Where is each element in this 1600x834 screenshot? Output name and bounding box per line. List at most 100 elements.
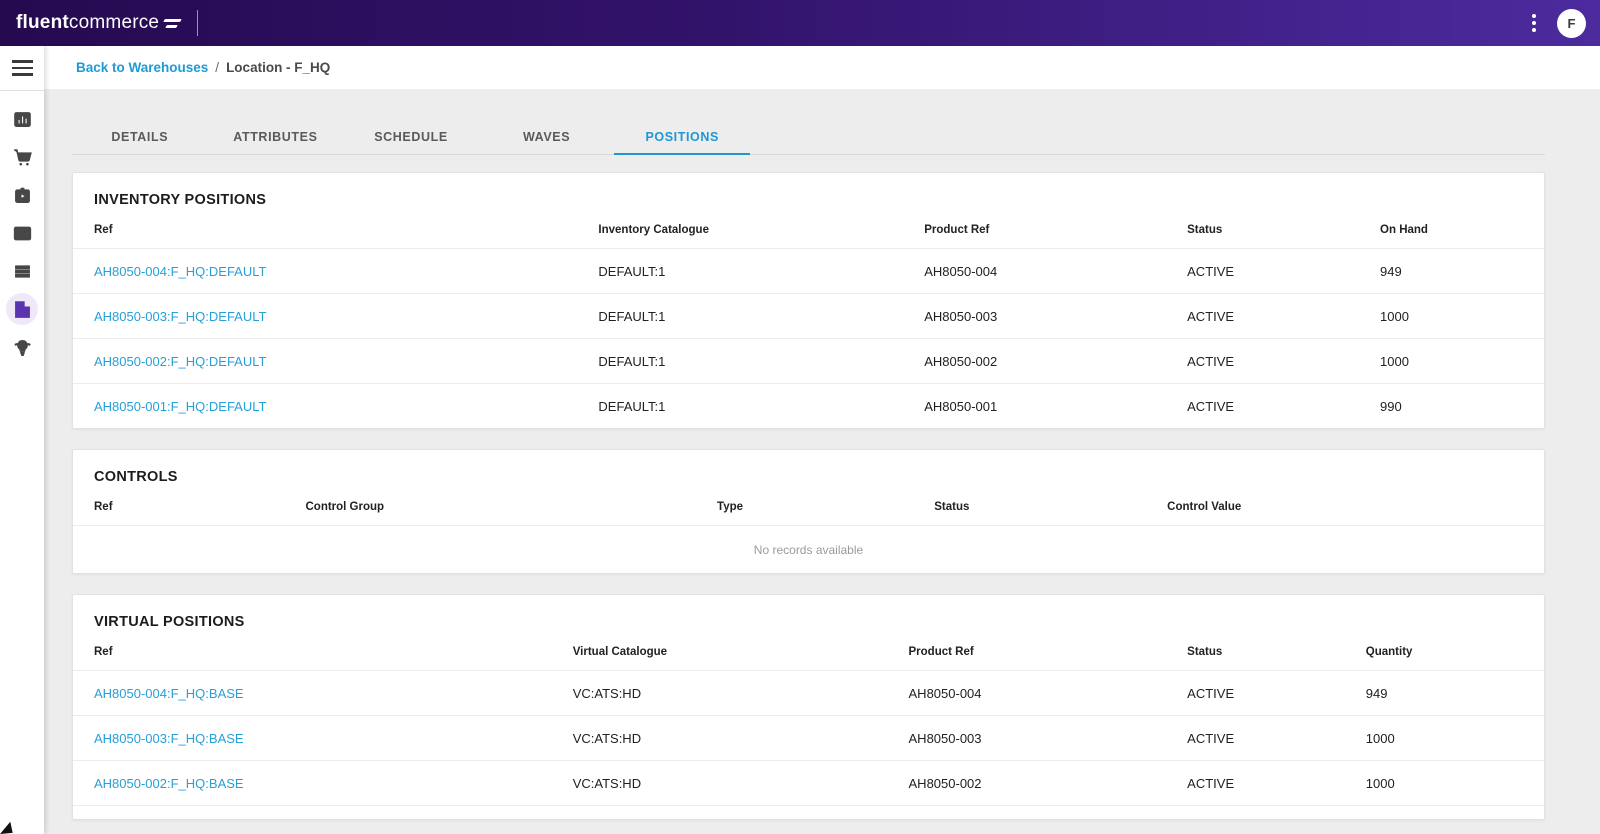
cell-catalogue: DEFAULT:1 [598, 263, 666, 279]
table-row: AH8050-002:F_HQ:DEFAULT DEFAULT:1 AH8050… [73, 338, 1544, 383]
col-header-virtual-catalogue: Virtual Catalogue [572, 646, 668, 658]
tab-schedule[interactable]: SCHEDULE [343, 120, 479, 155]
tab-positions[interactable]: POSITIONS [614, 120, 750, 155]
list-icon [14, 264, 30, 278]
col-header-type: Type [717, 501, 744, 513]
virtual-positions-card: VIRTUAL POSITIONS Ref Virtual Catalogue … [72, 594, 1545, 820]
cell-product-ref: AH8050-001 [924, 398, 998, 414]
inventory-positions-header-row: Ref Inventory Catalogue Product Ref Stat… [73, 210, 1544, 248]
virtual-ref-link[interactable]: AH8050-004:F_HQ:BASE [94, 686, 244, 701]
virtual-positions-title: VIRTUAL POSITIONS [94, 614, 245, 630]
sidebar-item-inventory[interactable] [3, 252, 41, 290]
cell-on-hand: 949 [1380, 263, 1402, 279]
app-header: fluentcommerce F [0, 0, 1600, 46]
brand-name: fluentcommerce [16, 12, 159, 34]
table-row: AH8050-002:F_HQ:BASE VC:ATS:HD AH8050-00… [73, 760, 1544, 805]
brand-mark-icon [163, 18, 183, 28]
breadcrumb-back-link[interactable]: Back to Warehouses [76, 60, 208, 75]
cell-catalogue: VC:ATS:HD [572, 730, 642, 746]
cell-product-ref: AH8050-003 [908, 730, 982, 746]
tab-details[interactable]: DETAILS [72, 120, 208, 155]
breadcrumb: Back to Warehouses / Location - F_HQ [44, 46, 1600, 89]
panel-card-icon [13, 226, 31, 240]
table-row: AH8050-004:F_HQ:DEFAULT DEFAULT:1 AH8050… [73, 248, 1544, 293]
sidebar-item-fulfilment[interactable] [3, 176, 41, 214]
col-header-inventory-catalogue: Inventory Catalogue [598, 224, 709, 236]
table-row-partial [73, 805, 1544, 819]
col-header-ref: Ref [94, 224, 113, 236]
virtual-ref-link[interactable]: AH8050-002:F_HQ:BASE [94, 776, 244, 791]
main-content: DETAILS ATTRIBUTES SCHEDULE WAVES POSITI… [44, 89, 1600, 834]
user-avatar[interactable]: F [1557, 8, 1586, 38]
cell-product-ref: AH8050-002 [908, 775, 982, 791]
col-header-on-hand: On Hand [1380, 224, 1428, 236]
controls-title: CONTROLS [94, 469, 178, 485]
breadcrumb-separator: / [215, 60, 220, 75]
cell-on-hand: 990 [1380, 398, 1402, 414]
sidebar-item-payments[interactable] [3, 214, 41, 252]
inventory-ref-link[interactable]: AH8050-003:F_HQ:DEFAULT [94, 309, 266, 324]
brand-logo[interactable]: fluentcommerce [16, 10, 199, 36]
sidebar-item-insights[interactable] [3, 328, 41, 366]
col-header-status: Status [934, 501, 970, 513]
cell-status: ACTIVE [1187, 730, 1235, 746]
cell-product-ref: AH8050-003 [924, 308, 998, 324]
shopping-cart-icon [13, 148, 32, 165]
table-row: AH8050-003:F_HQ:DEFAULT DEFAULT:1 AH8050… [73, 293, 1544, 338]
tab-waves[interactable]: WAVES [479, 120, 615, 155]
cell-catalogue: VC:ATS:HD [572, 775, 642, 791]
tab-attributes[interactable]: ATTRIBUTES [208, 120, 344, 155]
sidebar-item-orders[interactable] [3, 138, 41, 176]
cell-on-hand: 1000 [1380, 308, 1409, 324]
inventory-ref-link[interactable]: AH8050-004:F_HQ:DEFAULT [94, 264, 266, 279]
inventory-positions-title: INVENTORY POSITIONS [94, 192, 267, 208]
tab-bar: DETAILS ATTRIBUTES SCHEDULE WAVES POSITI… [72, 120, 1545, 155]
brand-divider [197, 10, 199, 36]
col-header-control-group: Control Group [305, 501, 385, 513]
inventory-positions-card: INVENTORY POSITIONS Ref Inventory Catalo… [72, 172, 1545, 429]
brand-name-bold: fluent [16, 12, 69, 33]
col-header-control-value: Control Value [1167, 501, 1242, 513]
controls-card: CONTROLS Ref Control Group Type Status C… [72, 449, 1545, 574]
cell-product-ref: AH8050-004 [908, 685, 982, 701]
cell-status: ACTIVE [1187, 263, 1235, 279]
bar-chart-icon [13, 111, 31, 127]
col-header-status: Status [1187, 224, 1223, 236]
cell-status: ACTIVE [1187, 775, 1235, 791]
table-row: AH8050-003:F_HQ:BASE VC:ATS:HD AH8050-00… [73, 715, 1544, 760]
hamburger-menu-icon[interactable] [0, 46, 44, 90]
briefcase-play-icon [14, 187, 30, 203]
lightbulb-icon [14, 339, 31, 356]
virtual-positions-header-row: Ref Virtual Catalogue Product Ref Status… [73, 632, 1544, 670]
cell-catalogue: DEFAULT:1 [598, 308, 666, 324]
cell-catalogue: DEFAULT:1 [598, 398, 666, 414]
inventory-ref-link[interactable]: AH8050-001:F_HQ:DEFAULT [94, 399, 266, 414]
col-header-status: Status [1187, 646, 1223, 658]
cell-catalogue: DEFAULT:1 [598, 353, 666, 369]
cell-status: ACTIVE [1187, 308, 1235, 324]
cell-status: ACTIVE [1187, 685, 1235, 701]
breadcrumb-current-page: Location - F_HQ [226, 60, 331, 75]
brand-name-light: commerce [68, 12, 160, 33]
sidebar-item-locations[interactable] [3, 290, 41, 328]
kebab-menu-icon[interactable] [1525, 9, 1543, 37]
col-header-product-ref: Product Ref [924, 224, 990, 236]
cell-on-hand: 1000 [1380, 353, 1409, 369]
col-header-ref: Ref [94, 646, 113, 658]
sidebar [0, 46, 44, 834]
cell-quantity: 949 [1365, 685, 1388, 701]
building-icon [14, 300, 30, 318]
controls-empty-message: No records available [73, 525, 1544, 573]
table-row: AH8050-001:F_HQ:DEFAULT DEFAULT:1 AH8050… [73, 383, 1544, 428]
cell-product-ref: AH8050-002 [924, 353, 998, 369]
cell-status: ACTIVE [1187, 353, 1235, 369]
controls-header-row: Ref Control Group Type Status Control Va… [73, 487, 1544, 525]
sidebar-item-analytics[interactable] [3, 100, 41, 138]
virtual-ref-link[interactable]: AH8050-003:F_HQ:BASE [94, 731, 244, 746]
cell-quantity: 1000 [1365, 775, 1395, 791]
cell-catalogue: VC:ATS:HD [572, 685, 642, 701]
cell-quantity: 1000 [1365, 730, 1395, 746]
inventory-ref-link[interactable]: AH8050-002:F_HQ:DEFAULT [94, 354, 266, 369]
cell-status: ACTIVE [1187, 398, 1235, 414]
col-header-quantity: Quantity [1365, 646, 1413, 658]
